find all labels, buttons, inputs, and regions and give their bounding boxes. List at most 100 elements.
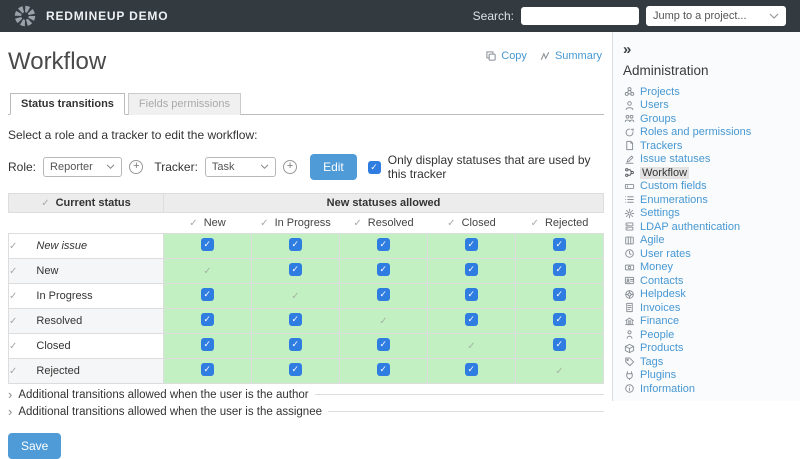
- jump-to-project-select[interactable]: Jump to a project...: [646, 6, 786, 26]
- check-all-column-toggle[interactable]: ✓: [447, 218, 455, 229]
- assignee-transitions-toggle[interactable]: › Additional transitions allowed when th…: [8, 405, 604, 418]
- current-status-cell: ✓ Closed: [9, 334, 164, 359]
- transition-checkbox[interactable]: [201, 338, 214, 351]
- sidebar-title: Administration: [623, 63, 800, 78]
- check-all-row-toggle[interactable]: ✓: [9, 316, 17, 327]
- table-row: ✓Resolved✓: [9, 309, 604, 334]
- tab-fields-permissions[interactable]: Fields permissions: [128, 93, 241, 115]
- copy-link[interactable]: Copy: [485, 50, 527, 62]
- transition-cell: [252, 359, 340, 384]
- sidebar-item-money[interactable]: Money: [623, 261, 800, 275]
- transition-checkbox[interactable]: [201, 363, 214, 376]
- transition-checkbox[interactable]: [289, 338, 302, 351]
- transition-checkbox[interactable]: [201, 288, 214, 301]
- sidebar-item-invoices[interactable]: Invoices: [623, 301, 800, 315]
- transition-checkbox[interactable]: [201, 313, 214, 326]
- check-all-column-toggle[interactable]: ✓: [531, 218, 539, 229]
- add-role-button[interactable]: +: [129, 160, 143, 174]
- sidebar-item-custom-fields[interactable]: Custom fields: [623, 180, 800, 194]
- projects-icon: [623, 86, 635, 97]
- sidebar-item-user-rates[interactable]: User rates: [623, 247, 800, 261]
- status-label: Closed: [36, 340, 70, 352]
- sidebar-item-issue-statuses[interactable]: Issue statuses: [623, 153, 800, 167]
- table-row: ✓Rejected✓: [9, 359, 604, 384]
- save-button[interactable]: Save: [8, 433, 61, 459]
- sidebar-item-workflow[interactable]: Workflow: [623, 166, 800, 180]
- transition-cell: [164, 334, 252, 359]
- status-label: New: [36, 265, 58, 277]
- check-all-column-toggle[interactable]: ✓: [260, 218, 268, 229]
- status-label: In Progress: [36, 290, 92, 302]
- only-display-checkbox[interactable]: [368, 161, 381, 174]
- sidebar-item-plugins[interactable]: Plugins: [623, 369, 800, 383]
- transition-cell: [428, 359, 516, 384]
- transition-checkbox[interactable]: [553, 288, 566, 301]
- sidebar-item-projects[interactable]: Projects: [623, 85, 800, 99]
- sidebar-item-roles-and-permissions[interactable]: Roles and permissions: [623, 126, 800, 140]
- transition-checkbox[interactable]: [201, 238, 214, 251]
- check-all-row-toggle[interactable]: ✓: [9, 291, 17, 302]
- check-all-row-toggle[interactable]: ✓: [9, 241, 17, 252]
- transition-checkbox[interactable]: [465, 238, 478, 251]
- edit-button[interactable]: Edit: [310, 154, 357, 180]
- transition-checkbox[interactable]: [553, 313, 566, 326]
- workflow-form: Role: Reporter + Tracker: Task + Edit On…: [8, 153, 604, 181]
- check-all-row-toggle[interactable]: ✓: [9, 266, 17, 277]
- transition-checkbox[interactable]: [377, 238, 390, 251]
- money-icon: [623, 262, 635, 273]
- main-content: Copy Summary Workflow Status transitions…: [0, 32, 612, 401]
- user-rates-icon: [623, 248, 635, 259]
- transition-checkbox[interactable]: [553, 263, 566, 276]
- sidebar-collapse-icon[interactable]: »: [623, 42, 637, 57]
- sidebar-item-tags[interactable]: Tags: [623, 355, 800, 369]
- transition-checkbox[interactable]: [553, 238, 566, 251]
- transition-cell: [164, 234, 252, 259]
- sidebar-item-information[interactable]: Information: [623, 382, 800, 396]
- table-row: ✓ Closed✓: [9, 334, 604, 359]
- add-tracker-button[interactable]: +: [283, 160, 297, 174]
- transition-checkbox[interactable]: [377, 338, 390, 351]
- transition-checkbox[interactable]: [553, 338, 566, 351]
- check-all-row-toggle[interactable]: ✓: [9, 341, 17, 352]
- transition-checkbox[interactable]: [289, 238, 302, 251]
- transition-checkbox[interactable]: [289, 313, 302, 326]
- sidebar-item-finance[interactable]: Finance: [623, 315, 800, 329]
- check-all-column-toggle[interactable]: ✓: [189, 218, 197, 229]
- sidebar-item-agile[interactable]: Agile: [623, 234, 800, 248]
- sidebar-item-groups[interactable]: Groups: [623, 112, 800, 126]
- sidebar-item-helpdesk[interactable]: Helpdesk: [623, 288, 800, 302]
- check-all-column-toggle[interactable]: ✓: [353, 218, 361, 229]
- sidebar-item-ldap-authentication[interactable]: LDAP authentication: [623, 220, 800, 234]
- transition-cell: [164, 284, 252, 309]
- sidebar-item-trackers[interactable]: Trackers: [623, 139, 800, 153]
- transition-checkbox[interactable]: [289, 363, 302, 376]
- transition-checkbox[interactable]: [289, 263, 302, 276]
- transition-cell: [516, 234, 604, 259]
- transition-checkbox[interactable]: [377, 263, 390, 276]
- summary-link[interactable]: Summary: [539, 50, 602, 62]
- transition-cell: [428, 309, 516, 334]
- agile-icon: [623, 235, 635, 246]
- check-all-row-toggle[interactable]: ✓: [9, 366, 17, 377]
- sidebar-item-enumerations[interactable]: Enumerations: [623, 193, 800, 207]
- sidebar-item-settings[interactable]: Settings: [623, 207, 800, 221]
- transition-checkbox[interactable]: [377, 363, 390, 376]
- role-select[interactable]: Reporter: [43, 157, 122, 177]
- transition-checkbox[interactable]: [465, 313, 478, 326]
- sidebar-item-people[interactable]: People: [623, 328, 800, 342]
- check-all-rows-toggle[interactable]: ✓: [41, 198, 49, 209]
- transition-checkbox[interactable]: [465, 363, 478, 376]
- tab-status-transitions[interactable]: Status transitions: [10, 93, 125, 115]
- transition-checkbox[interactable]: [377, 288, 390, 301]
- transition-cell: [516, 259, 604, 284]
- sidebar-item-contacts[interactable]: Contacts: [623, 274, 800, 288]
- transition-cell: [428, 284, 516, 309]
- self-transition-check-icon: ✓: [291, 291, 299, 302]
- search-input[interactable]: [521, 7, 639, 25]
- transition-checkbox[interactable]: [465, 263, 478, 276]
- author-transitions-toggle[interactable]: › Additional transitions allowed when th…: [8, 388, 604, 401]
- tracker-select[interactable]: Task: [205, 157, 276, 177]
- sidebar-item-users[interactable]: Users: [623, 99, 800, 113]
- sidebar-item-products[interactable]: Products: [623, 342, 800, 356]
- transition-checkbox[interactable]: [465, 288, 478, 301]
